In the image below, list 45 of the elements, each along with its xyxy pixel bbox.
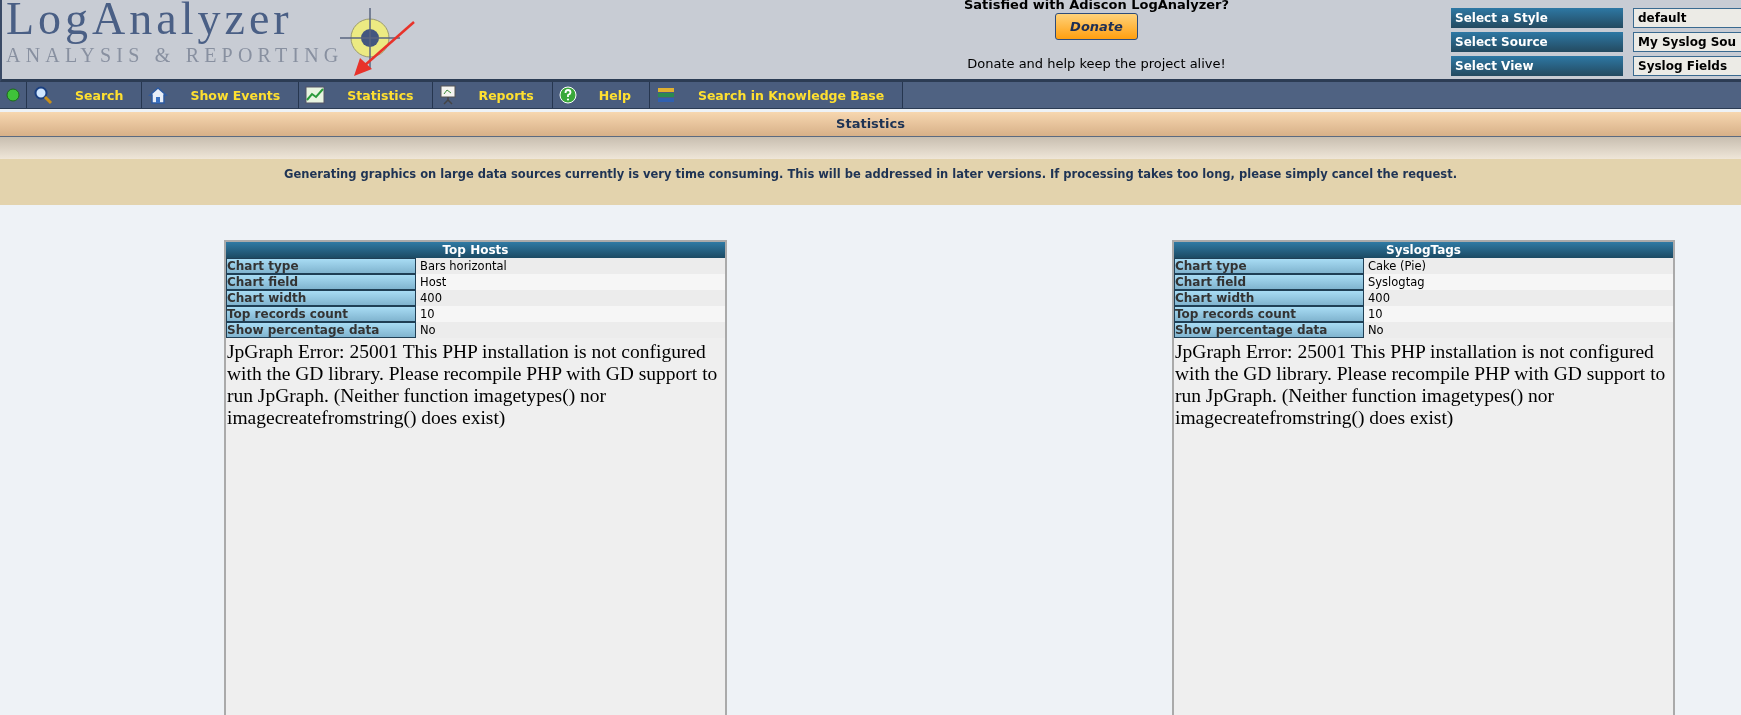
help-icon (558, 86, 577, 104)
property-value: Cake (Pie) (1367, 258, 1426, 274)
donate-button[interactable]: Donate (1055, 13, 1138, 40)
property-value: Syslogtag (1367, 274, 1425, 290)
search-icon (33, 85, 53, 105)
property-value: No (419, 322, 436, 338)
property-value: 400 (1367, 290, 1390, 306)
error-message: JpGraph Error: 25001 This PHP installation is not configured with the GD library. Please recompile PHP with GD support to run JpGraph. (Neither function imagetypes() nor imagecreatefromstring() does exist) (226, 340, 719, 430)
selector-label: Select Source (1451, 32, 1623, 52)
property-value: 400 (419, 290, 442, 306)
annotation-arrow (352, 20, 416, 78)
property-label: Top records count (1174, 306, 1364, 322)
property-label: Show percentage data (226, 322, 416, 338)
logo-title: LogAnalyzer (5, 0, 293, 44)
panel-title: Top Hosts (226, 242, 725, 258)
notice-text: Generating graphics on large data sources currently is very time consuming. This will be addressed in later versions. If processing takes too long, please simply cancel the request. (284, 167, 1457, 181)
property-label: Chart width (1174, 290, 1364, 306)
house-icon (148, 86, 169, 104)
selector-label: Select View (1451, 56, 1623, 76)
crosshair-target-icon (340, 8, 400, 68)
property-value: Bars horizontal (419, 258, 507, 274)
line-chart-icon (305, 86, 326, 104)
panel-title: SyslogTags (1174, 242, 1673, 258)
presentation-board-icon (438, 85, 457, 105)
property-label: Chart field (226, 274, 416, 290)
error-message: JpGraph Error: 25001 This PHP installation is not configured with the GD library. Please recompile PHP with GD support to run JpGraph. (Neither function imagetypes() nor imagecreatefromstring() does exist) (1174, 340, 1667, 430)
property-label: Show percentage data (1174, 322, 1364, 338)
property-value: Host (419, 274, 447, 290)
donate-caption: Donate and help keep the project alive! (967, 56, 1226, 71)
page-title: Statistics (0, 112, 1741, 137)
property-value: 10 (1367, 306, 1383, 322)
books-icon (655, 86, 676, 104)
property-label: Chart type (226, 258, 416, 274)
selector-dropdown[interactable]: Syslog Fields (1633, 56, 1741, 76)
property-label: Chart type (1174, 258, 1364, 274)
property-value: 10 (419, 306, 435, 322)
status-dot-icon (6, 88, 20, 102)
property-value: No (1367, 322, 1384, 338)
selector-dropdown[interactable]: My Syslog Sou (1633, 32, 1741, 52)
logo-subtitle: ANALYSIS & REPORTING (5, 44, 344, 67)
property-label: Top records count (226, 306, 416, 322)
property-label: Chart field (1174, 274, 1364, 290)
property-label: Chart width (226, 290, 416, 306)
selector-dropdown[interactable]: default (1633, 8, 1741, 28)
selector-label: Select a Style (1451, 8, 1623, 28)
